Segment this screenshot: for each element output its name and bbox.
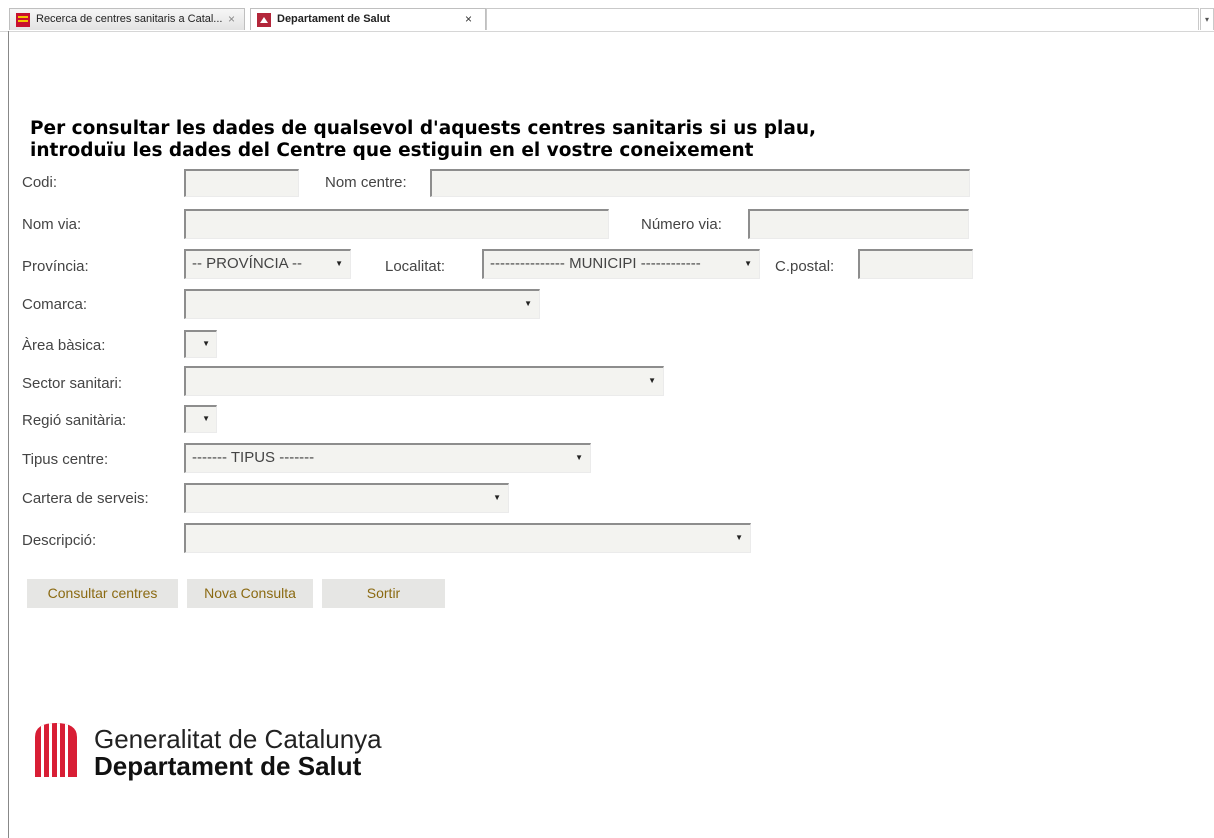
cpostal-input[interactable] [858,249,973,279]
gencat-favicon-icon [16,13,30,27]
close-icon[interactable]: × [465,9,472,30]
area-basica-label: Àrea bàsica: [22,337,106,354]
tab-strip-empty [486,8,1199,30]
nova-consulta-button[interactable]: Nova Consulta [187,579,313,608]
tab-label: Departament de Salut [277,13,391,25]
sector-sanitari-label: Sector sanitari: [22,375,123,392]
area-basica-select[interactable]: ▼ [184,330,217,358]
chevron-down-icon: ▼ [575,453,583,462]
numero-via-input[interactable] [748,209,969,239]
chevron-down-icon: ▼ [202,339,210,348]
nom-centre-input[interactable] [430,169,970,197]
tipus-centre-selected-value: ------- TIPUS ------- [192,449,315,466]
chevron-down-icon: ▼ [335,259,343,268]
chevron-down-icon: ▼ [735,533,743,542]
codi-label: Codi: [22,174,58,191]
provincia-select[interactable]: -- PROVÍNCIA -- ▼ [184,249,351,279]
codi-input[interactable] [184,169,299,197]
descripcio-select[interactable]: ▼ [184,523,751,553]
tipus-centre-label: Tipus centre: [22,451,109,468]
logo-text-departament: Departament de Salut [94,751,362,781]
provincia-selected-value: -- PROVÍNCIA -- [192,255,303,272]
chevron-down-icon: ▼ [524,299,532,308]
chevron-down-icon: ▼ [202,414,210,423]
chevron-down-icon: ▼ [493,493,501,502]
tipus-centre-select[interactable]: ------- TIPUS ------- ▼ [184,443,591,473]
page-heading: Per consultar les dades de qualsevol d'a… [30,118,930,162]
consultar-centres-button[interactable]: Consultar centres [27,579,178,608]
sector-sanitari-select[interactable]: ▼ [184,366,664,396]
tab-departament-salut[interactable]: Departament de Salut × [250,8,486,30]
cartera-serveis-select[interactable]: ▼ [184,483,509,513]
localitat-selected-value: --------------- MUNICIPI ------------ [490,255,701,272]
tab-label: Recerca de centres sanitaris a Catal... [36,13,223,25]
chevron-down-icon: ▼ [744,259,752,268]
window-border [8,31,9,838]
regio-sanitaria-label: Regió sanitària: [22,412,127,429]
provincia-label: Província: [22,258,89,275]
sortir-button[interactable]: Sortir [322,579,445,608]
comarca-label: Comarca: [22,296,88,313]
numero-via-label: Número via: [641,216,722,233]
nom-centre-label: Nom centre: [325,174,407,191]
browser-tab-bar: Recerca de centres sanitaris a Catal... … [0,0,1214,32]
tab-list-dropdown-icon[interactable]: ▾ [1200,8,1214,30]
nom-via-label: Nom via: [22,216,82,233]
heading-line-2: introduïu les dades del Centre que estig… [30,140,754,161]
localitat-select[interactable]: --------------- MUNICIPI ------------ ▼ [482,249,760,279]
cartera-serveis-label: Cartera de serveis: [22,490,149,507]
regio-sanitaria-select[interactable]: ▼ [184,405,217,433]
generalitat-logo-icon [35,723,77,777]
tab-recerca[interactable]: Recerca de centres sanitaris a Catal... … [9,8,245,30]
heading-line-1: Per consultar les dades de qualsevol d'a… [30,118,817,139]
close-icon[interactable]: × [228,9,235,30]
comarca-select[interactable]: ▼ [184,289,540,319]
chevron-down-icon: ▼ [648,376,656,385]
nom-via-input[interactable] [184,209,609,239]
localitat-label: Localitat: [385,258,446,275]
logo-text-generalitat: Generalitat de Catalunya [94,724,382,754]
salut-favicon-icon [257,13,271,27]
descripcio-label: Descripció: [22,532,97,549]
cpostal-label: C.postal: [775,258,835,275]
